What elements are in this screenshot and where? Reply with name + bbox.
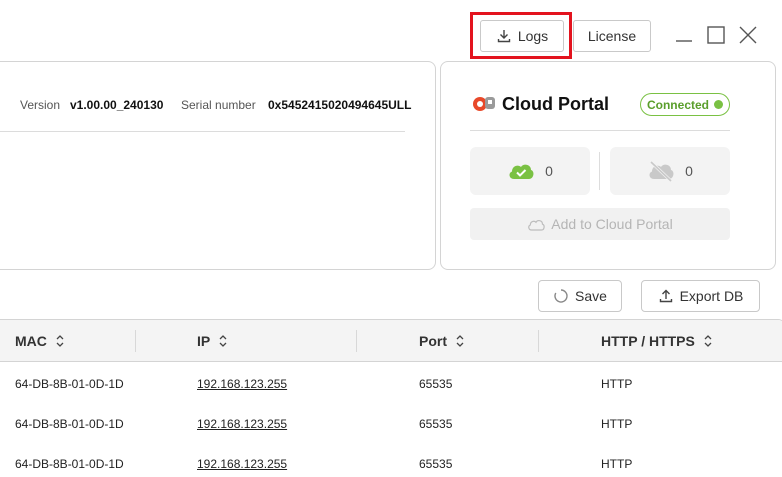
license-button[interactable]: License [573, 20, 651, 52]
serial-number-value: 0x5452415020494645ULL [268, 98, 412, 112]
protocol-cell: HTTP [601, 417, 633, 431]
status-badge: Connected [640, 93, 730, 116]
column-header-mac[interactable]: MAC [15, 333, 65, 349]
loading-spinner-icon [554, 289, 568, 303]
upload-icon [659, 289, 672, 303]
version-label: Version [20, 98, 61, 112]
connected-count: 0 [545, 163, 553, 179]
sort-icon [456, 335, 464, 347]
column-separator [356, 330, 357, 352]
minimize-icon[interactable] [674, 25, 694, 45]
status-dot-icon [714, 100, 723, 109]
cloud-off-icon [649, 160, 674, 182]
column-separator [135, 330, 136, 352]
cloud-portal-title: Cloud Portal [502, 94, 609, 114]
export-db-label: Export DB [679, 288, 744, 304]
ip-link[interactable]: 192.168.123.255 [197, 457, 287, 471]
port-cell: 65535 [419, 457, 453, 471]
maximize-icon[interactable] [706, 25, 726, 45]
ip-link[interactable]: 192.168.123.255 [197, 377, 287, 391]
info-divider [0, 131, 405, 132]
close-icon[interactable] [738, 25, 758, 45]
port-cell: 65535 [419, 377, 453, 391]
version-value: v1.00.00_240130 [70, 98, 164, 112]
disconnected-count: 0 [685, 163, 693, 179]
cloud-portal-logo-icon [473, 97, 495, 111]
stat-separator [599, 152, 600, 190]
add-to-cloud-portal-label: Add to Cloud Portal [551, 216, 673, 232]
ip-link[interactable]: 192.168.123.255 [197, 417, 287, 431]
mac-cell: 64-DB-8B-01-0D-1D [15, 457, 124, 471]
column-header-ip[interactable]: IP [197, 333, 228, 349]
sort-icon [56, 335, 64, 347]
table-header: MAC IP Port HTTP / HTTPS [0, 320, 782, 362]
sort-icon [219, 335, 227, 347]
add-to-cloud-portal-button[interactable]: Add to Cloud Portal [470, 208, 730, 240]
port-cell: 65535 [419, 417, 453, 431]
status-text: Connected [646, 97, 709, 112]
column-header-port[interactable]: Port [419, 333, 465, 349]
device-info-panel [0, 61, 436, 270]
mac-cell: 64-DB-8B-01-0D-1D [15, 377, 124, 391]
cloud-check-icon [509, 164, 534, 179]
save-button[interactable]: Save [538, 280, 622, 312]
export-db-button[interactable]: Export DB [641, 280, 760, 312]
protocol-cell: HTTP [601, 377, 633, 391]
protocol-cell: HTTP [601, 457, 633, 471]
column-header-http-https[interactable]: HTTP / HTTPS [601, 333, 713, 349]
sort-icon [704, 335, 712, 347]
column-separator [538, 330, 539, 352]
cloud-outline-icon [528, 219, 545, 231]
license-label: License [587, 28, 637, 44]
logs-highlight-box [470, 12, 572, 59]
disconnected-devices-stat: 0 [610, 147, 730, 195]
cloud-divider [470, 130, 730, 131]
mac-cell: 64-DB-8B-01-0D-1D [15, 417, 124, 431]
device-table: MAC IP Port HTTP / HTTPS 64-DB-8B-01-0D-… [0, 319, 782, 477]
serial-number-label: Serial number [181, 98, 256, 112]
connected-devices-stat: 0 [470, 147, 590, 195]
save-label: Save [575, 288, 607, 304]
